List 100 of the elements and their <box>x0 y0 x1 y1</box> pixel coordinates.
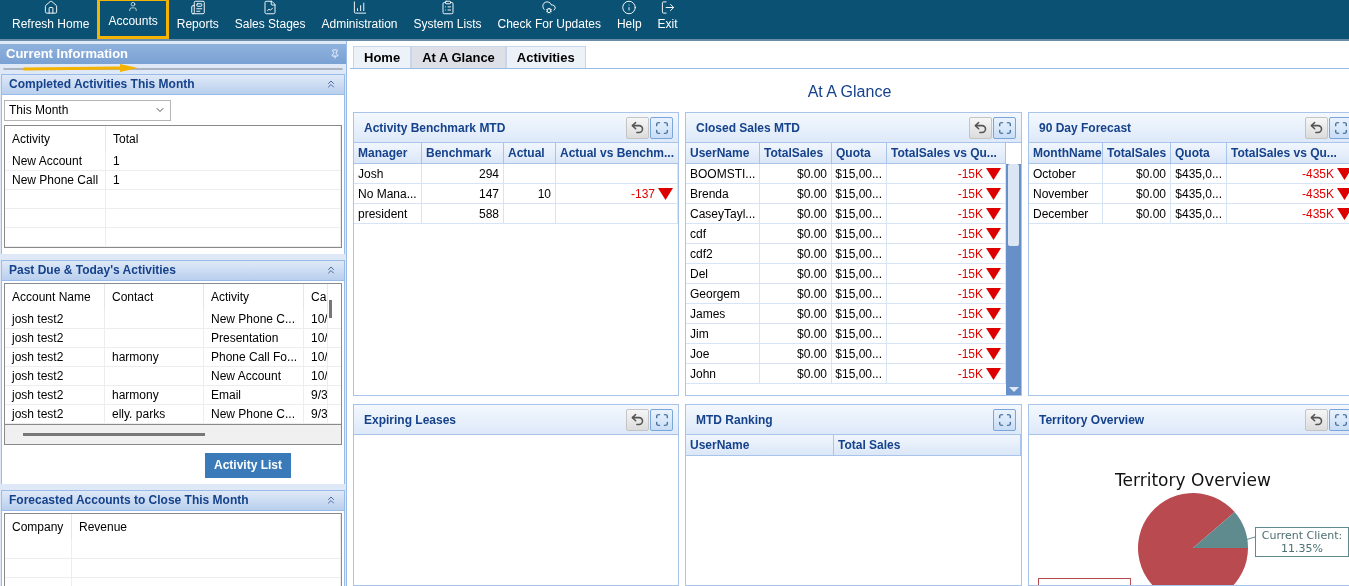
nav-button[interactable]: Reports <box>168 0 227 39</box>
column-header[interactable]: Actual vs Benchm... <box>556 143 678 163</box>
nav-button[interactable]: Check For Updates <box>489 0 609 39</box>
table-cell-text: 1 <box>113 152 120 170</box>
portlet-title: MTD Ranking <box>696 411 773 429</box>
table-cell-text: New Phone C... <box>211 310 296 328</box>
table-cell-text: $0.00 <box>1135 185 1166 203</box>
column-header[interactable]: TotalSales vs Qu... <box>887 143 1006 163</box>
table-cell-text: James <box>690 305 726 323</box>
tab[interactable]: Home <box>353 46 412 68</box>
column-header[interactable]: Account Name <box>5 283 105 310</box>
table-cell-text: New Account <box>12 152 83 170</box>
nav-button[interactable]: Refresh Home <box>4 0 98 39</box>
nav-button[interactable]: Administration <box>313 0 406 39</box>
chart-title: Territory Overview <box>1114 469 1272 492</box>
column-header[interactable]: Quota <box>832 143 887 163</box>
column-header[interactable]: Activity <box>5 125 106 152</box>
column-header[interactable]: UserName <box>686 435 834 455</box>
table-cell-text: Josh <box>358 165 384 183</box>
table-cell-text: Del <box>690 265 708 283</box>
tab[interactable]: At A Glance <box>411 46 506 68</box>
column-header[interactable]: TotalSales <box>1103 143 1171 163</box>
table-cell-text: October <box>1033 165 1076 183</box>
table-cell-text: Email <box>211 386 241 404</box>
column-header[interactable]: Benchmark <box>422 143 504 163</box>
table-cell-text: $0.00 <box>796 205 827 223</box>
column-header[interactable]: Ca <box>304 283 328 310</box>
table-cell-text: $0.00 <box>1135 165 1166 183</box>
table-cell-text: $0.00 <box>796 185 827 203</box>
table-cell-text: -435K <box>1301 185 1334 203</box>
panel-title: Forecasted Accounts to Close This Month <box>9 492 249 509</box>
table-cell-text: $15,00... <box>835 345 882 363</box>
column-header[interactable]: Manager <box>354 143 422 163</box>
tab[interactable]: Activities <box>505 46 586 68</box>
table-cell-text: cdf2 <box>690 245 713 263</box>
table-cell-text: CaseyTayl... <box>690 205 756 223</box>
portlet-title: Territory Overview <box>1039 411 1145 429</box>
table-cell-text: 9/3 <box>311 386 327 404</box>
panel-title: Past Due & Today's Activities <box>9 262 176 279</box>
column-header[interactable]: Quota <box>1171 143 1227 163</box>
page-title: At A Glance <box>806 82 893 102</box>
table-cell-text: $0.00 <box>796 365 827 383</box>
table-cell-text: $0.00 <box>796 285 827 303</box>
column-header[interactable]: Total <box>106 125 341 152</box>
table-cell-text: $0.00 <box>796 225 827 243</box>
table-cell-text: 147 <box>478 185 499 203</box>
table-cell-text: $435,0... <box>1175 205 1222 223</box>
nav-button[interactable]: System Lists <box>405 0 490 39</box>
table-cell-text: $0.00 <box>796 345 827 363</box>
column-header[interactable]: Activity <box>204 283 304 310</box>
table-cell-text: -435K <box>1301 165 1334 183</box>
table-cell-text: New Phone C... <box>211 405 296 423</box>
portlet-title: 90 Day Forecast <box>1039 119 1132 137</box>
table-cell-text: josh test2 <box>12 405 64 423</box>
column-header[interactable]: TotalSales <box>760 143 832 163</box>
table-cell-text: 9/3 <box>311 405 327 423</box>
table-cell-text: New Account <box>211 367 282 385</box>
column-header[interactable]: UserName <box>686 143 760 163</box>
table-cell-text: Jim <box>690 325 709 343</box>
column-header[interactable]: MonthName <box>1029 143 1103 163</box>
column-header[interactable]: Total Sales <box>834 435 1021 455</box>
table-cell-text: -15K <box>957 205 983 223</box>
table-cell-text: elly. parks <box>112 405 166 423</box>
table-cell-text: president <box>358 205 408 223</box>
activity-list-button[interactable]: Activity List <box>205 452 291 478</box>
portlet-title: Activity Benchmark MTD <box>364 119 506 137</box>
side-panel-title: Current Information <box>6 45 129 63</box>
table-cell-text: josh test2 <box>12 386 64 404</box>
column-header[interactable]: TotalSales vs Qu... <box>1227 143 1349 163</box>
table-cell-text: harmony <box>112 348 159 366</box>
table-cell-text: josh test2 <box>12 348 64 366</box>
period-dropdown[interactable]: This Month <box>4 99 171 121</box>
table-cell-text: $435,0... <box>1175 165 1222 183</box>
table-cell-text: $15,00... <box>835 245 882 263</box>
table-cell-text: $15,00... <box>835 185 882 203</box>
nav-button[interactable]: Sales Stages <box>226 0 314 39</box>
portlet-title: Closed Sales MTD <box>696 119 801 137</box>
table-cell-text: $0.00 <box>796 325 827 343</box>
column-header[interactable]: Contact <box>105 283 204 310</box>
table-cell-text: -15K <box>957 365 983 383</box>
table-cell-text: -15K <box>957 225 983 243</box>
table-cell-text: $15,00... <box>835 265 882 283</box>
column-header[interactable]: Actual <box>504 143 556 163</box>
table-cell-text: $0.00 <box>796 305 827 323</box>
table-cell-text: -15K <box>957 245 983 263</box>
nav-button[interactable]: Help <box>608 0 650 39</box>
table-cell-text: 10/ <box>311 348 327 366</box>
table-cell-text: harmony <box>112 386 159 404</box>
column-header[interactable]: Company <box>5 513 72 540</box>
table-cell-text: -15K <box>957 285 983 303</box>
table-cell-text: $15,00... <box>835 325 882 343</box>
table-cell-text: -15K <box>957 325 983 343</box>
table-cell-text: $0.00 <box>796 265 827 283</box>
table-cell-text: $0.00 <box>796 165 827 183</box>
column-header[interactable]: Revenue <box>72 513 341 540</box>
panel-title: Completed Activities This Month <box>9 76 195 93</box>
table-cell-text: Brenda <box>690 185 729 203</box>
nav-button[interactable]: Exit <box>649 0 686 39</box>
table-cell-text: $0.00 <box>1135 205 1166 223</box>
data-label: Current Client: 11.35% <box>1255 527 1349 557</box>
